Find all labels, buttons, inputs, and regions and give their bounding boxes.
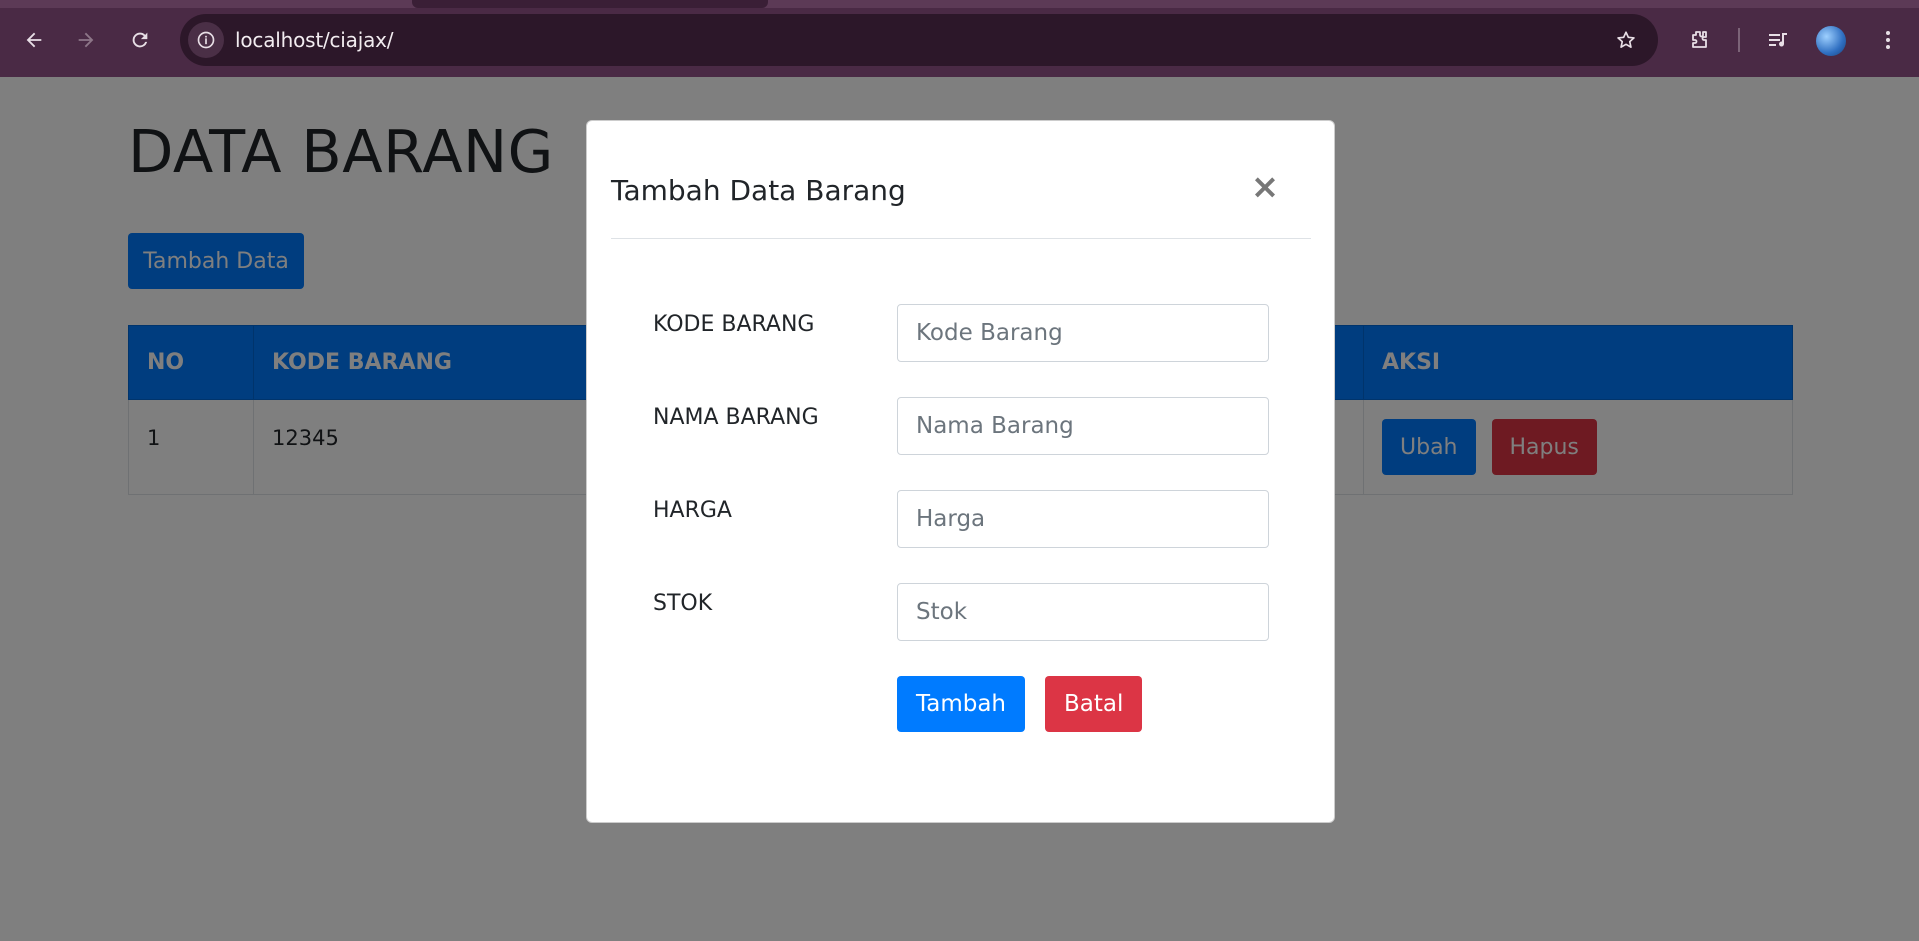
browser-toolbar: localhost/ciajax/ [0, 0, 1919, 77]
cancel-button[interactable]: Batal [1045, 676, 1143, 732]
stok-label: STOK [653, 591, 713, 616]
url-text[interactable]: localhost/ciajax/ [235, 28, 394, 52]
media-controls-icon[interactable] [1758, 20, 1798, 60]
site-info-icon[interactable] [188, 22, 224, 58]
nama-barang-input[interactable] [897, 397, 1269, 455]
stok-input[interactable] [897, 583, 1269, 641]
form-row-nama-barang: NAMA BARANG [653, 397, 1273, 455]
modal-actions: Tambah Batal [897, 676, 1143, 732]
form-row-stok: STOK [653, 583, 1273, 641]
forward-arrow-icon [78, 32, 94, 48]
toolbar-divider [1738, 28, 1740, 52]
address-bar[interactable]: localhost/ciajax/ [180, 14, 1658, 66]
form-row-harga: HARGA [653, 490, 1273, 548]
reload-button[interactable] [120, 20, 160, 60]
extensions-icon[interactable] [1679, 20, 1719, 60]
close-icon[interactable]: × [1247, 167, 1283, 207]
forward-button[interactable] [66, 20, 106, 60]
form-row-kode-barang: KODE BARANG [653, 304, 1273, 362]
harga-label: HARGA [653, 498, 732, 523]
submit-button[interactable]: Tambah [897, 676, 1026, 732]
kode-barang-label: KODE BARANG [653, 312, 815, 337]
harga-input[interactable] [897, 490, 1269, 548]
nama-barang-label: NAMA BARANG [653, 405, 819, 430]
back-button[interactable] [14, 20, 54, 60]
reload-icon [132, 32, 148, 48]
active-tab[interactable] [412, 0, 768, 8]
modal-title: Tambah Data Barang [611, 174, 906, 207]
kode-barang-input[interactable] [897, 304, 1269, 362]
back-arrow-icon [26, 32, 42, 48]
bookmark-star-icon[interactable] [1608, 22, 1644, 58]
tab-strip [0, 0, 1919, 8]
menu-kebab-icon[interactable] [1868, 20, 1908, 60]
profile-avatar[interactable] [1816, 26, 1846, 56]
add-item-modal: Tambah Data Barang × KODE BARANG NAMA BA… [586, 120, 1335, 823]
